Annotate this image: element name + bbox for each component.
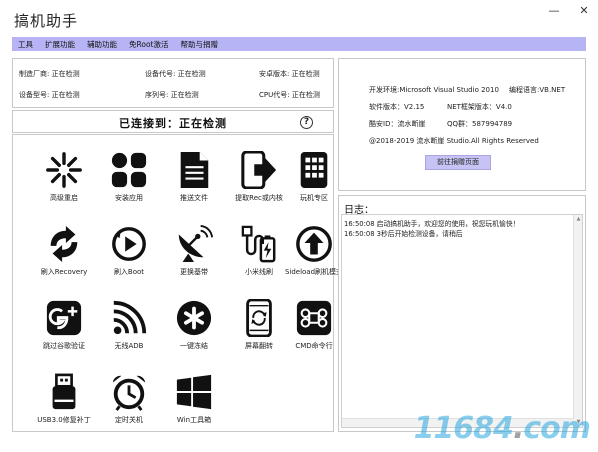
- satellite-dish-icon: [178, 225, 213, 263]
- install-app-button[interactable]: 安装应用: [96, 141, 162, 207]
- window-controls: — ✕: [548, 4, 590, 17]
- one-click-freeze-button[interactable]: 一键冻结: [161, 289, 227, 355]
- cpu-code-info: CPU代号: 正在检测: [259, 91, 320, 99]
- version-text: 软件版本：V2.15: [369, 103, 425, 111]
- connection-panel: 已连接到：正在检测 ?: [12, 110, 334, 133]
- menu-help-donate[interactable]: 帮助与捐赠: [175, 39, 225, 50]
- framework-text: NET框架版本：V4.0: [447, 103, 512, 111]
- language-text: 编程语言:VB.NET: [509, 86, 566, 94]
- change-baseband-button[interactable]: 更换基带: [161, 215, 227, 281]
- upload-circle-icon: [296, 226, 332, 262]
- alarm-clock-icon: [112, 375, 146, 411]
- push-file-button[interactable]: 推送文件: [161, 141, 227, 207]
- help-icon[interactable]: ?: [300, 116, 313, 129]
- dev-env-text: 开发环境:Microsoft Visual Studio 2010: [369, 86, 499, 94]
- log-panel: 日志： 16:50:08 启动搞机助手，欢迎您的使用，祝您玩机愉快！ 16:50…: [338, 195, 586, 432]
- menu-extensions[interactable]: 扩展功能: [39, 39, 81, 50]
- menu-assist[interactable]: 辅助功能: [81, 39, 123, 50]
- log-line: 16:50:08 启动搞机助手，欢迎您的使用，祝您玩机愉快！: [344, 220, 520, 228]
- flash-recovery-button[interactable]: 刷入Recovery: [31, 215, 97, 281]
- usb-battery-icon: [241, 225, 276, 263]
- document-icon: [180, 151, 209, 189]
- device-code-info: 设备代号: 正在检测: [145, 70, 206, 78]
- qq-group-text: QQ群：587994789: [447, 120, 513, 128]
- wireless-adb-button[interactable]: 无线ADB: [96, 289, 162, 355]
- timed-shutdown-button[interactable]: 定时关机: [96, 363, 162, 429]
- menu-tools[interactable]: 工具: [12, 39, 39, 50]
- android-version-info: 安卓版本: 正在检测: [259, 70, 320, 78]
- win-toolbox-button[interactable]: Win工具箱: [161, 363, 227, 429]
- device-info-panel: 制造厂商: 正在检测 设备代号: 正在检测 安卓版本: 正在检测 设备型号: 正…: [12, 58, 334, 108]
- apps-grid-icon: [111, 152, 147, 188]
- google-plus-icon: [46, 300, 82, 336]
- coolapk-id-text: 酷安ID：流水断崖: [369, 120, 426, 128]
- minimize-button[interactable]: —: [548, 4, 560, 17]
- main-window: 搞机助手 — ✕ 工具 扩展功能 辅助功能 免Root激活 帮助与捐赠 制造厂商…: [0, 0, 598, 452]
- device-model-info: 设备型号: 正在检测: [19, 91, 80, 99]
- vertical-scrollbar[interactable]: ▲ ▼: [573, 215, 582, 427]
- tools-panel: 高级重启 安装应用 推送文件 提取Rec或内核 玩机专区 刷入Recovery …: [12, 134, 343, 432]
- menu-bar: 工具 扩展功能 辅助功能 免Root激活 帮助与捐赠: [12, 37, 586, 51]
- serial-number-info: 序列号: 正在检测: [145, 91, 199, 99]
- scroll-up-icon[interactable]: ▲: [575, 216, 582, 223]
- log-textbox[interactable]: 16:50:08 启动搞机助手，欢迎您的使用，祝您玩机愉快！ 16:50:08 …: [341, 214, 583, 428]
- asterisk-circle-icon: [176, 300, 212, 336]
- site-watermark: 11684.com: [413, 411, 591, 446]
- play-circle-icon: [112, 227, 146, 261]
- connection-status: 已连接到：正在检测: [119, 117, 227, 130]
- windows-logo-icon: [176, 374, 212, 410]
- manufacturer-info: 制造厂商: 正在检测: [19, 70, 80, 78]
- log-line: 16:50:08 3秒后开始检测设备，请稍后: [344, 230, 463, 238]
- flash-boot-button[interactable]: 刷入Boot: [96, 215, 162, 281]
- tool-label: Win工具箱: [176, 416, 212, 424]
- window-title: 搞机助手: [14, 12, 79, 30]
- tablet-grid-icon: [300, 151, 328, 189]
- donate-page-button[interactable]: 前往捐赠页面: [425, 155, 491, 170]
- burst-icon: [46, 152, 82, 188]
- wifi-icon: [113, 300, 147, 335]
- usb3-fix-patch-button[interactable]: USB3.0修复补丁: [31, 363, 97, 429]
- about-panel: 开发环境:Microsoft Visual Studio 2010 编程语言:V…: [338, 58, 586, 191]
- phone-rotate-icon: [246, 299, 272, 337]
- skip-google-verify-button[interactable]: 跳过谷歌验证: [31, 289, 97, 355]
- command-key-icon: [296, 300, 332, 336]
- usb-drive-icon: [52, 373, 76, 410]
- phone-export-icon: [241, 151, 277, 189]
- menu-root-activate[interactable]: 免Root激活: [123, 39, 175, 50]
- close-button[interactable]: ✕: [578, 4, 590, 17]
- advanced-reboot-button[interactable]: 高级重启: [31, 141, 97, 207]
- recycle-arrows-icon: [50, 225, 78, 263]
- copyright-text: @2018-2019 流水断崖 Studio.All Rights Reserv…: [369, 137, 539, 145]
